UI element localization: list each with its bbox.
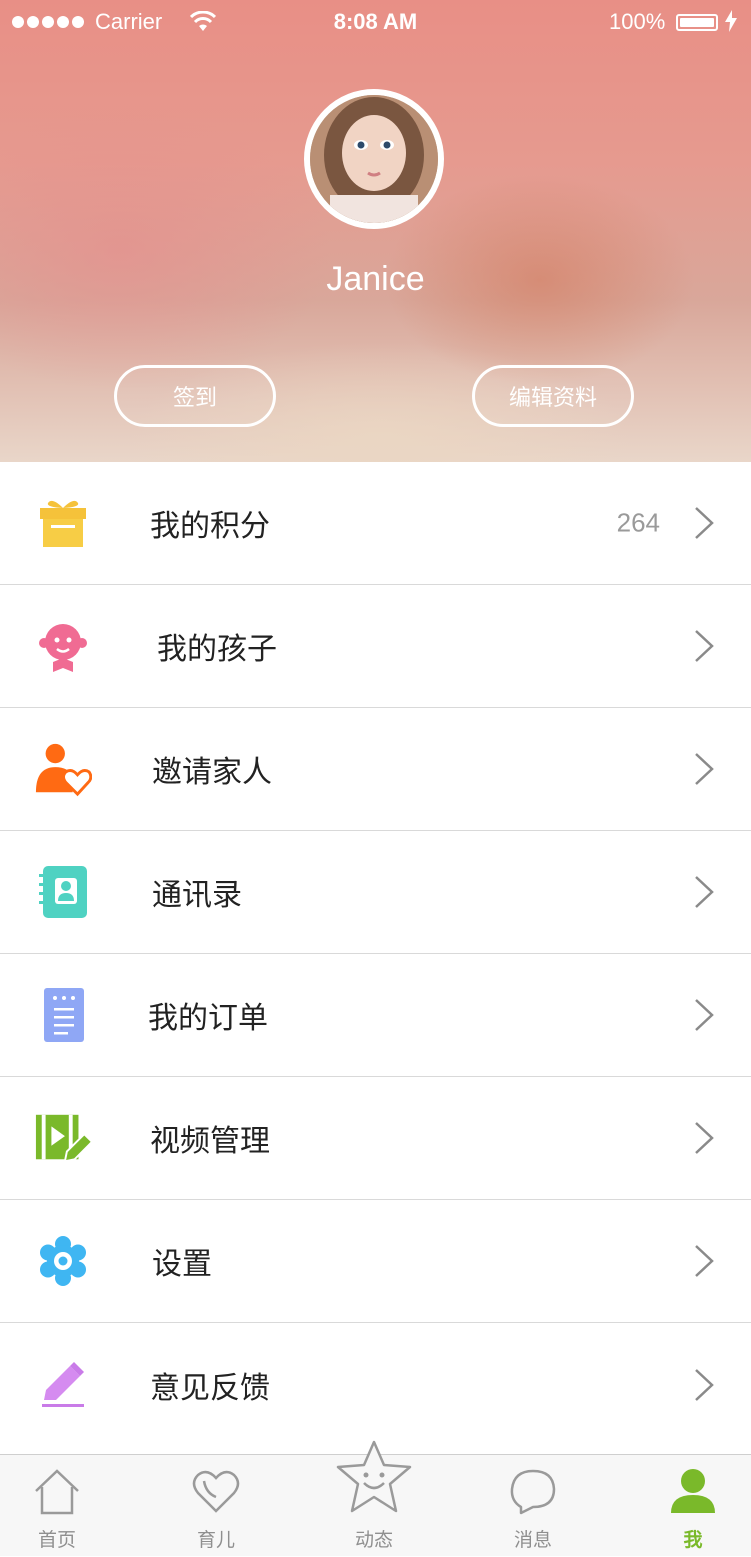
- menu-item-label: 我的孩子: [157, 632, 277, 667]
- menu-item-settings[interactable]: 设置: [0, 1200, 751, 1323]
- menu-item-label: 意见反馈: [150, 1370, 270, 1406]
- star-face-icon: [336, 1440, 412, 1513]
- parenting-heart-icon: [192, 1470, 240, 1513]
- baby-icon: [34, 617, 92, 675]
- menu-item-label: 通讯录: [152, 878, 242, 913]
- profile-header: Carrier 8:08 AM 100% Janice 签到 编辑资料: [0, 0, 751, 462]
- charging-icon: [725, 10, 737, 32]
- tab-bar: 首页 育儿 动态 消息 我: [0, 1440, 751, 1557]
- invite-family-icon: [34, 740, 92, 798]
- menu-item-label: 视频管理: [150, 1124, 270, 1159]
- user-name: Janice: [326, 260, 425, 298]
- home-icon: [35, 1469, 79, 1515]
- chevron-right-icon: [695, 753, 714, 785]
- tab-feed[interactable]: 动态: [299, 1440, 449, 1557]
- feedback-icon: [34, 1356, 92, 1414]
- tab-label: 动态: [354, 1529, 393, 1551]
- menu-item-label: 设置: [152, 1247, 212, 1282]
- chevron-right-icon: [695, 630, 714, 662]
- avatar-photo: [310, 95, 438, 223]
- tab-label: 消息: [513, 1529, 552, 1551]
- tab-parenting[interactable]: 育儿: [141, 1455, 291, 1557]
- menu-item-label: 邀请家人: [152, 755, 272, 790]
- menu-item-label: 我的订单: [148, 1001, 268, 1036]
- chevron-right-icon: [695, 1122, 714, 1154]
- contacts-icon: [34, 863, 92, 921]
- video-manage-icon: [34, 1109, 92, 1167]
- tab-label: 我: [683, 1529, 703, 1551]
- menu-item-points[interactable]: 我的积分 264: [0, 462, 751, 585]
- tab-me[interactable]: 我: [618, 1455, 751, 1557]
- gift-icon: [34, 494, 92, 552]
- points-value: 264: [616, 507, 660, 538]
- menu-item-label: 我的积分: [150, 509, 270, 544]
- battery-percent: 100%: [609, 9, 666, 34]
- battery-icon: [676, 14, 718, 31]
- chevron-right-icon: [695, 876, 714, 908]
- chevron-right-icon: [695, 507, 714, 539]
- menu-item-video-manage[interactable]: 视频管理: [0, 1077, 751, 1200]
- menu-item-my-children[interactable]: 我的孩子: [0, 585, 751, 708]
- tab-messages[interactable]: 消息: [458, 1455, 608, 1557]
- tab-label: 首页: [37, 1529, 76, 1551]
- tab-label: 育儿: [196, 1529, 235, 1551]
- chevron-right-icon: [695, 1245, 714, 1277]
- tab-home[interactable]: 首页: [0, 1455, 132, 1557]
- status-bar: Carrier 8:08 AM 100%: [0, 0, 751, 44]
- message-icon: [510, 1469, 556, 1515]
- settings-icon: [34, 1232, 92, 1290]
- menu-list: 我的积分 264 我的孩子 邀请家人 通讯录 我的订单 视频管理 设置 意见反馈: [0, 462, 751, 1446]
- orders-icon: [34, 986, 92, 1044]
- menu-item-contacts[interactable]: 通讯录: [0, 831, 751, 954]
- menu-item-invite-family[interactable]: 邀请家人: [0, 708, 751, 831]
- chevron-right-icon: [695, 999, 714, 1031]
- person-icon: [671, 1469, 715, 1513]
- chevron-right-icon: [695, 1368, 714, 1401]
- checkin-button[interactable]: 签到: [114, 365, 276, 427]
- edit-profile-button[interactable]: 编辑资料: [472, 365, 634, 427]
- menu-item-orders[interactable]: 我的订单: [0, 954, 751, 1077]
- menu-item-feedback[interactable]: 意见反馈: [0, 1323, 751, 1446]
- avatar[interactable]: [304, 89, 444, 229]
